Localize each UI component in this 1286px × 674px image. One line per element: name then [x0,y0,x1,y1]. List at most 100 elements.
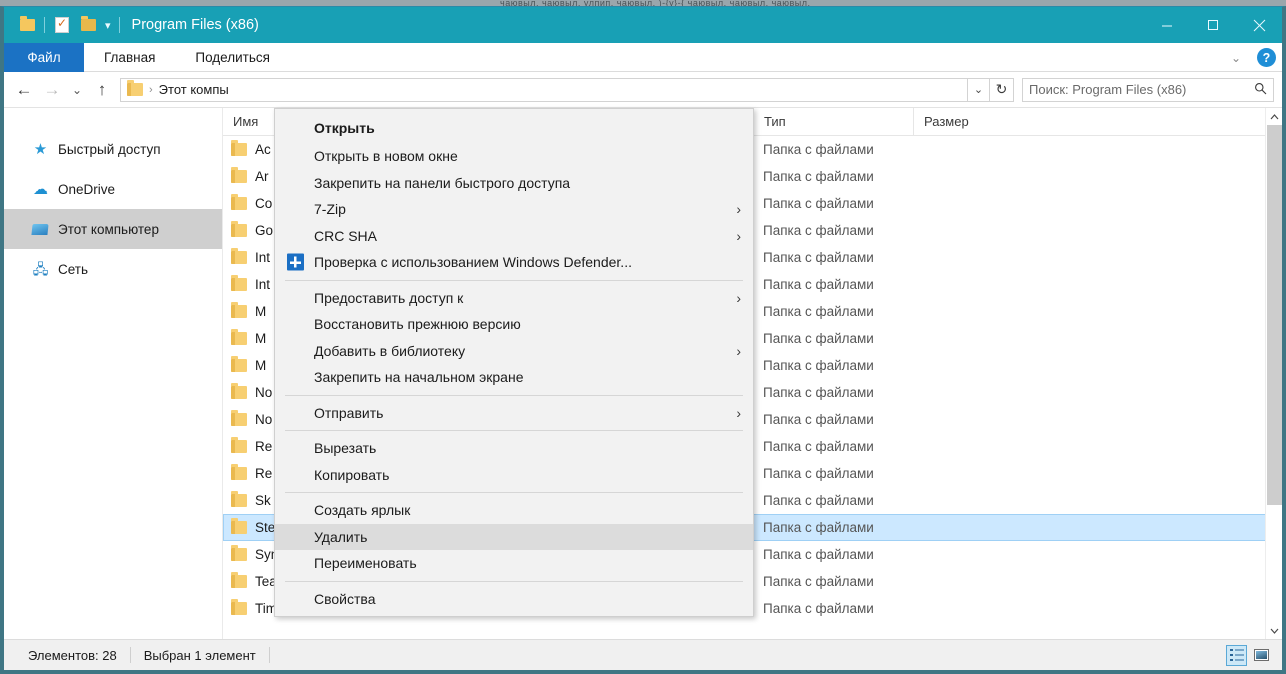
up-button[interactable]: ↑ [88,76,116,104]
menu-item[interactable]: Отправить› [275,400,753,427]
chevron-right-icon: › [736,338,741,365]
scrollbar-thumb[interactable] [1267,125,1282,505]
folder-icon [231,278,247,291]
help-icon[interactable]: ? [1257,48,1276,67]
file-name-label: Int [255,277,270,292]
scroll-up-button[interactable] [1266,108,1282,125]
address-dropdown-button[interactable]: ⌄ [968,78,990,102]
desktop-background: чаювыл, чаювыл, улпип, чаювыл, )-{у}-{ ч… [0,0,1286,674]
sidebar-item-label: OneDrive [58,182,115,197]
properties-icon[interactable] [49,7,75,43]
explorer-body: ★ Быстрый доступ ☁ OneDrive Этот компьют… [4,108,1282,639]
folder-icon [127,83,143,96]
menu-item-label: Предоставить доступ к [314,290,463,306]
menu-item[interactable]: Удалить [275,524,753,551]
menu-item[interactable]: Проверка с использованием Windows Defend… [275,249,753,276]
cell-type: Папка с файлами [753,298,913,325]
sidebar-item-network[interactable]: 🖧 Сеть [4,249,222,289]
cell-type: Папка с файлами [753,352,913,379]
details-view-icon [1230,649,1244,661]
scroll-down-button[interactable] [1266,622,1282,639]
file-name-label: M [255,331,266,346]
menu-item[interactable]: Вырезать [275,435,753,462]
menu-item-label: Открыть в новом окне [314,148,458,164]
cell-size [913,514,1025,541]
search-input[interactable]: Поиск: Program Files (x86) [1022,78,1274,102]
chevron-down-icon[interactable]: ▾ [101,19,115,32]
file-name-label: Re [255,439,272,454]
back-button[interactable]: ← [10,76,38,104]
folder-icon[interactable] [14,7,40,43]
minimize-button[interactable] [1144,7,1190,43]
sidebar-item-quick-access[interactable]: ★ Быстрый доступ [4,129,222,169]
cell-type: Папка с файлами [753,163,913,190]
menu-item[interactable]: Закрепить на панели быстрого доступа [275,170,753,197]
ribbon-tab-row: Файл Главная Поделиться ⌄ ? [4,43,1282,72]
sidebar-item-label: Этот компьютер [58,222,159,237]
menu-item[interactable]: Создать ярлык [275,497,753,524]
cell-type: Папка с файлами [753,217,913,244]
folder-icon [231,224,247,237]
cell-size [913,244,1025,271]
breadcrumb-item-this-pc[interactable]: Этот компы [159,82,229,97]
menu-item-label: Переименовать [314,555,417,571]
thumbnail-view-button[interactable] [1251,645,1272,666]
menu-item[interactable]: Копировать [275,462,753,489]
forward-button[interactable]: → [38,76,66,104]
breadcrumb[interactable]: › Этот компы [120,78,968,102]
menu-item-label: Закрепить на панели быстрого доступа [314,175,570,191]
folder-icon [231,494,247,507]
cell-size [913,325,1025,352]
menu-item[interactable]: Открыть в новом окне [275,143,753,170]
vertical-scrollbar[interactable] [1265,108,1282,639]
maximize-button[interactable] [1190,7,1236,43]
column-header-type[interactable]: Тип [753,108,913,136]
cell-type: Папка с файлами [753,325,913,352]
menu-item[interactable]: Открыть [275,112,753,143]
menu-item[interactable]: Добавить в библиотеку › [275,338,753,365]
menu-item-label: Проверка с использованием Windows Defend… [314,254,632,270]
file-name-label: No [255,412,272,427]
file-explorer-window: ▾ Program Files (x86) Файл Главная Подел… [0,6,1286,674]
tab-share[interactable]: Поделиться [175,43,290,72]
chevron-down-icon[interactable]: ⌄ [1227,51,1245,65]
new-folder-icon[interactable] [75,7,101,43]
status-bar: Элементов: 28 Выбран 1 элемент [4,639,1282,670]
refresh-icon[interactable]: ↻ [990,78,1014,102]
menu-item[interactable]: Восстановить прежнюю версию [275,311,753,338]
cell-size [913,298,1025,325]
tab-home[interactable]: Главная [84,43,175,72]
cell-type: Папка с файлами [753,136,913,163]
menu-item[interactable]: Переименовать [275,550,753,577]
menu-separator [285,430,743,431]
menu-item-label: Добавить в библиотеку [314,343,465,359]
address-bar: ← → ⌄ ↑ › Этот компы ⌄ ↻ Поиск: Program … [4,72,1282,108]
folder-icon [231,332,247,345]
navigation-pane: ★ Быстрый доступ ☁ OneDrive Этот компьют… [4,108,223,639]
menu-item[interactable]: 7-Zip› [275,196,753,223]
details-view-button[interactable] [1226,645,1247,666]
sidebar-item-this-pc[interactable]: Этот компьютер [4,209,222,249]
cell-type: Папка с файлами [753,406,913,433]
column-header-size[interactable]: Размер [913,108,1025,136]
context-menu[interactable]: Открыть Открыть в новом окне Закрепить на … [274,108,754,617]
sidebar-item-onedrive[interactable]: ☁ OneDrive [4,169,222,209]
cell-type: Папка с файлами [753,460,913,487]
menu-item[interactable]: Закрепить на начальном экране [275,364,753,391]
recent-locations-button[interactable]: ⌄ [66,76,88,104]
tab-file[interactable]: Файл [4,43,84,72]
scrollbar-track[interactable] [1266,125,1282,622]
sidebar-item-label: Быстрый доступ [58,142,161,157]
menu-item[interactable]: Предоставить доступ к› [275,285,753,312]
menu-item-label: Отправить [314,405,383,421]
windows-defender-icon [287,254,304,271]
menu-item-label: Восстановить прежнюю версию [314,316,521,332]
menu-item[interactable]: Свойства [275,586,753,613]
cell-type: Папка с файлами [753,541,913,568]
menu-item[interactable]: CRC SHA› [275,223,753,250]
cell-size [913,595,1025,622]
close-button[interactable] [1236,7,1282,43]
folder-icon [231,548,247,561]
cell-size [913,163,1025,190]
sidebar-item-label: Сеть [58,262,88,277]
